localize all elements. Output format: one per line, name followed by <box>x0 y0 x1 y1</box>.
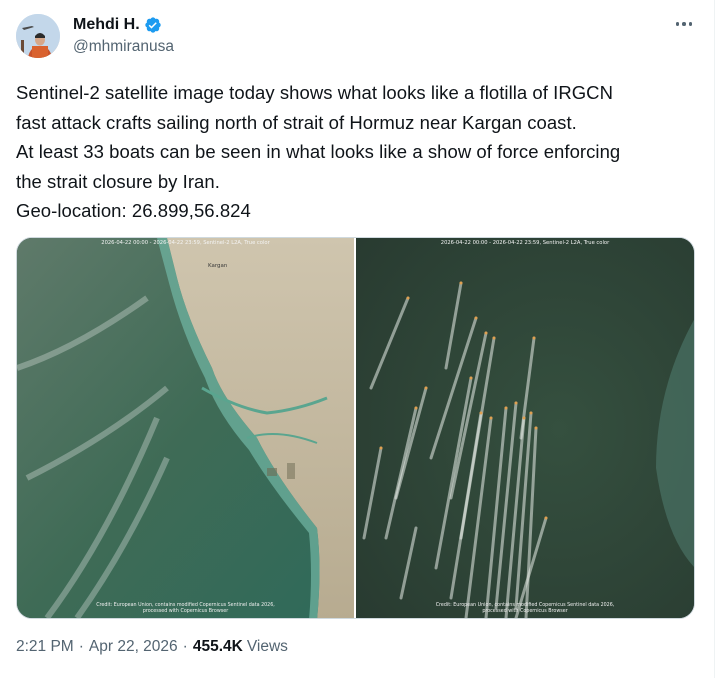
meta-separator: · <box>78 638 84 655</box>
tweet-meta: 2:21 PM · Apr 22, 2026 · 455.4K Views <box>16 638 288 656</box>
tweet-date[interactable]: Apr 22, 2026 <box>89 638 178 656</box>
satellite-image-coast[interactable]: Kargan 2026-04-22 00:00 - 2026-04-22 23:… <box>17 238 354 618</box>
tweet-text: Sentinel-2 satellite image today shows w… <box>16 78 696 226</box>
meta-separator: · <box>182 638 188 655</box>
tweet-line: the strait closure by Iran. <box>16 170 220 192</box>
more-horizontal-icon[interactable] <box>672 14 696 34</box>
views-count[interactable]: 455.4K <box>193 638 243 656</box>
media-gallery[interactable]: Kargan 2026-04-22 00:00 - 2026-04-22 23:… <box>16 237 695 619</box>
town-label: Kargan <box>208 263 228 269</box>
tweet-line: Sentinel-2 satellite image today shows w… <box>16 82 613 103</box>
avatar-image <box>16 14 60 58</box>
tweet-time[interactable]: 2:21 PM <box>16 638 74 656</box>
author-name[interactable]: Mehdi H. <box>73 16 140 34</box>
tweet-line: fast attack crafts sailing north of stra… <box>16 111 577 133</box>
author-name-row[interactable]: Mehdi H. <box>73 15 162 35</box>
verified-badge-icon <box>144 16 162 34</box>
views-label[interactable]: Views <box>247 638 288 656</box>
image-caption-top: 2026-04-22 00:00 - 2026-04-22 23:59, Sen… <box>101 240 270 246</box>
tweet-line: Geo-location: 26.899,56.824 <box>16 200 251 221</box>
satellite-image-boats[interactable]: 2026-04-22 00:00 - 2026-04-22 23:59, Sen… <box>356 238 694 618</box>
image-caption-bottom: Credit: European Union, contains modifie… <box>96 603 275 614</box>
tweet-line: At least 33 boats can be seen in what lo… <box>16 141 621 162</box>
avatar[interactable] <box>16 14 60 58</box>
author-handle[interactable]: @mhmiranusa <box>73 38 174 56</box>
image-caption-top: 2026-04-22 00:00 - 2026-04-22 23:59, Sen… <box>440 240 610 246</box>
image-caption-bottom: Credit: European Union, contains modifie… <box>435 603 615 614</box>
timeline-border <box>714 0 715 678</box>
